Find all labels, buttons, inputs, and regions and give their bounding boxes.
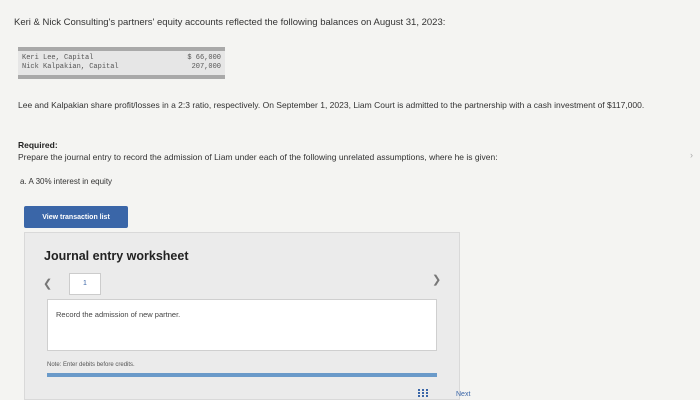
balance-amount: 207,000: [191, 63, 221, 71]
required-text: Prepare the journal entry to record the …: [18, 152, 498, 162]
chevron-right-icon[interactable]: ❯: [432, 273, 441, 286]
chevron-left-icon[interactable]: ❮: [43, 277, 52, 290]
progress-bar: [47, 373, 437, 377]
entry-label: Record the admission of new partner.: [56, 310, 181, 319]
problem-paragraph: Lee and Kalpakian share profit/losses in…: [18, 100, 645, 110]
next-button[interactable]: Next: [456, 391, 470, 398]
grid-icon[interactable]: [418, 389, 428, 397]
chevron-right-icon: ›: [690, 150, 693, 160]
part-a-label: a. A 30% interest in equity: [20, 177, 113, 186]
worksheet-title: Journal entry worksheet: [44, 249, 189, 263]
balance-row: Nick Kalpakian, Capital 207,000: [22, 63, 221, 72]
page-tab-1[interactable]: 1: [69, 273, 101, 295]
entry-description-box: Record the admission of new partner.: [47, 299, 437, 351]
view-transaction-list-button[interactable]: View transaction list: [24, 206, 128, 228]
journal-entry-worksheet: Journal entry worksheet ❮ 1 ❯ Record the…: [24, 232, 460, 400]
debits-note: Note: Enter debits before credits.: [47, 362, 135, 368]
balance-name: Nick Kalpakian, Capital: [22, 63, 119, 71]
intro-text: Keri & Nick Consulting's partners' equit…: [14, 17, 446, 28]
balance-name: Keri Lee, Capital: [22, 54, 94, 62]
required-heading: Required:: [18, 140, 58, 150]
balance-amount: $ 66,000: [187, 54, 221, 62]
balance-row: Keri Lee, Capital $ 66,000: [22, 54, 221, 63]
balance-table: Keri Lee, Capital $ 66,000 Nick Kalpakia…: [18, 47, 225, 79]
